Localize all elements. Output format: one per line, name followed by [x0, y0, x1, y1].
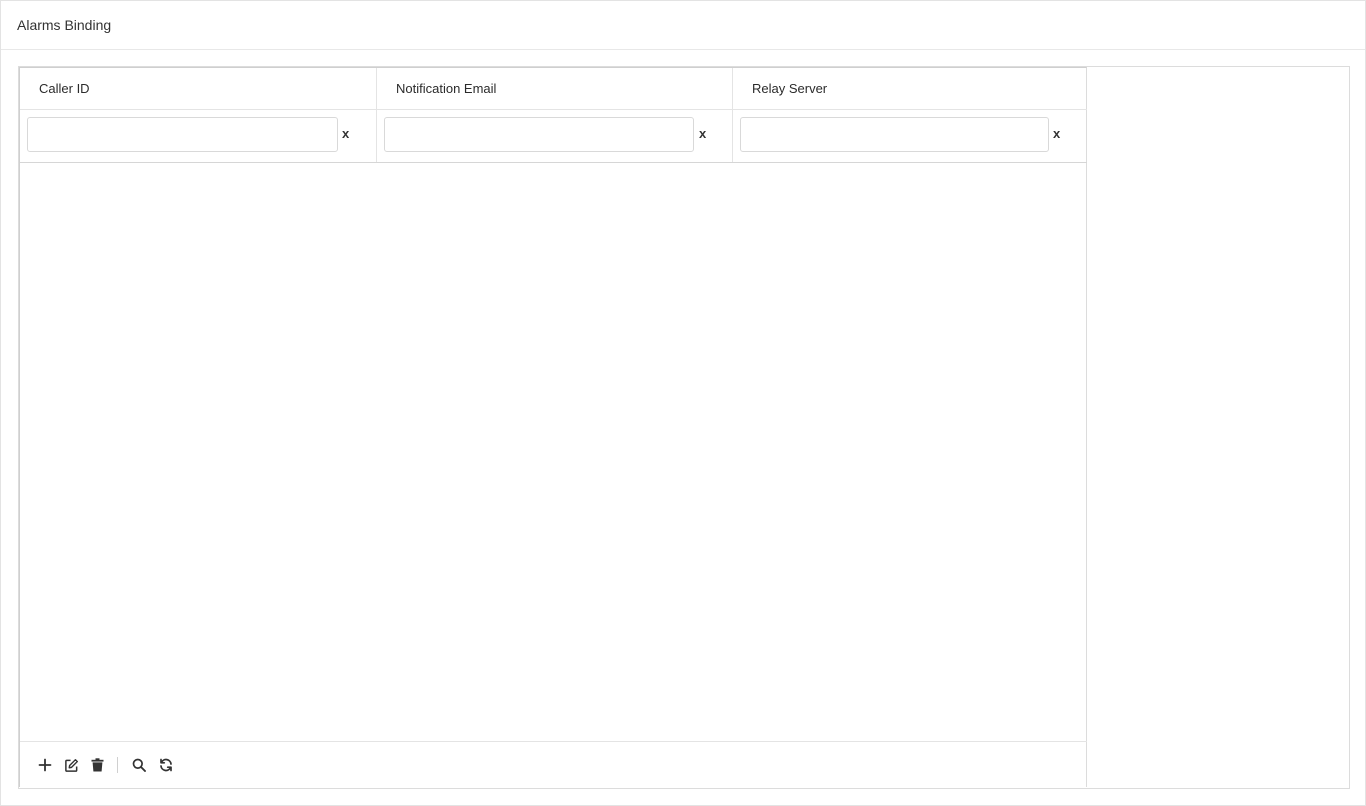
grid-toolbar	[20, 741, 1087, 788]
column-header-notification-email[interactable]: Notification Email	[377, 68, 733, 109]
filter-cell-caller-id: x	[20, 110, 377, 162]
trash-icon	[91, 758, 103, 772]
column-header-caller-id[interactable]: Caller ID	[20, 68, 377, 109]
edit-button[interactable]	[62, 756, 80, 774]
caller-id-filter-input[interactable]	[27, 117, 338, 152]
delete-button[interactable]	[88, 756, 106, 774]
page: Alarms Binding Caller ID Notification Em…	[0, 0, 1366, 806]
plus-icon	[38, 758, 52, 772]
filter-cell-relay-server: x	[733, 110, 1087, 162]
toolbar-divider	[117, 757, 118, 773]
column-header-label: Caller ID	[39, 81, 90, 96]
search-icon	[132, 758, 146, 772]
caller-id-filter-clear-button[interactable]: x	[342, 126, 349, 142]
notification-email-filter-input[interactable]	[384, 117, 694, 152]
refresh-button[interactable]	[157, 756, 175, 774]
column-header-relay-server[interactable]: Relay Server	[733, 68, 1087, 109]
add-button[interactable]	[36, 756, 54, 774]
filter-cell-notification-email: x	[377, 110, 733, 162]
data-grid: Caller ID Notification Email Relay Serve…	[19, 67, 1087, 787]
grid-body	[20, 163, 1087, 741]
search-button[interactable]	[130, 756, 148, 774]
notification-email-filter-clear-button[interactable]: x	[699, 126, 706, 142]
relay-server-filter-input[interactable]	[740, 117, 1049, 152]
page-title: Alarms Binding	[17, 17, 112, 33]
column-header-label: Relay Server	[752, 81, 828, 96]
grid-header-row: Caller ID Notification Email Relay Serve…	[20, 68, 1087, 110]
relay-server-filter-clear-button[interactable]: x	[1053, 126, 1060, 142]
column-header-label: Notification Email	[396, 81, 497, 96]
refresh-icon	[160, 758, 172, 772]
edit-icon	[64, 758, 78, 772]
page-header: Alarms Binding	[1, 1, 1365, 50]
grid-filter-row: x x x	[20, 110, 1087, 163]
content-panel: Caller ID Notification Email Relay Serve…	[18, 66, 1350, 789]
